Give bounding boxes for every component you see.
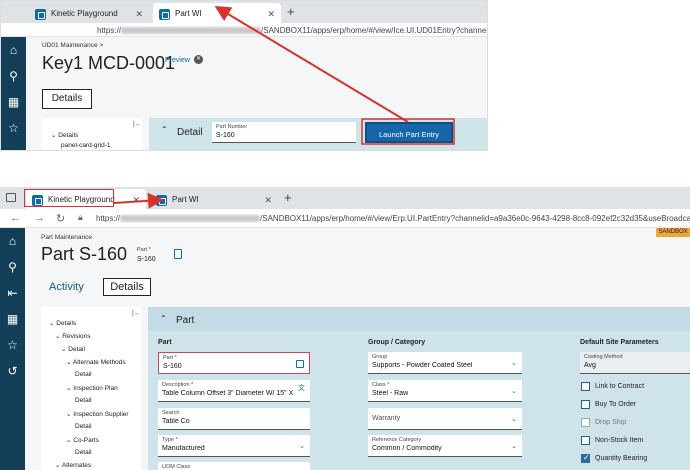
arrow-to-part-wi-tab-bottom — [113, 192, 164, 209]
arrow-to-part-wi-tab — [214, 5, 409, 123]
annotation-arrows — [113, 5, 455, 209]
highlight-launch-button — [361, 118, 455, 145]
